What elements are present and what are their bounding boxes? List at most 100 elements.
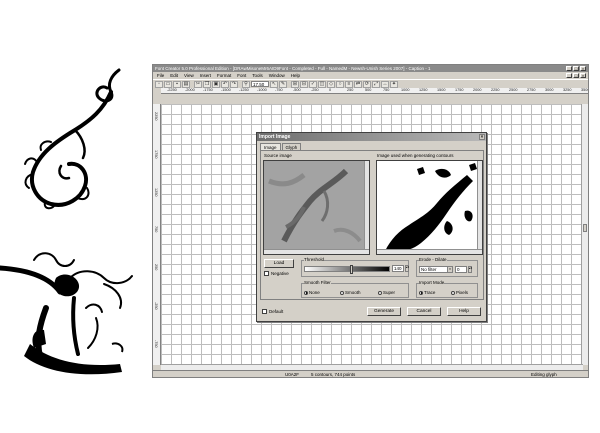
threshold-field[interactable]: 140 xyxy=(392,265,404,272)
pointer-icon[interactable]: ↖ xyxy=(270,80,278,88)
import-trace-radio[interactable]: Trace xyxy=(419,290,435,295)
contour-vertical-scrollbar[interactable] xyxy=(477,161,482,254)
window-title: Font Creator 5.0 Professional Edition - … xyxy=(155,66,431,71)
font-creator-window: Font Creator 5.0 Professional Edition - … xyxy=(152,64,589,378)
dialog-title-bar: Import Image × xyxy=(257,133,486,141)
undo-icon[interactable]: ↶ xyxy=(221,80,229,88)
cut-icon[interactable]: ✂ xyxy=(194,80,202,88)
smooth-none-radio[interactable]: None xyxy=(304,290,320,295)
ruler-tick-label: 500 xyxy=(365,88,372,92)
print-icon[interactable]: ▤ xyxy=(182,80,190,88)
menu-window[interactable]: Window xyxy=(269,73,285,78)
smooth-filter-group: Smooth Filter None Smooth Super xyxy=(301,280,409,298)
ruler-tick-label: -750 xyxy=(154,340,158,348)
erode-filter-value: No filter xyxy=(421,267,437,272)
help-button[interactable]: Help xyxy=(447,307,481,316)
cancel-button[interactable]: Cancel xyxy=(407,307,441,316)
flip-icon[interactable]: ⇄ xyxy=(354,80,362,88)
menu-font[interactable]: Font xyxy=(237,73,246,78)
smooth-smooth-radio[interactable]: Smooth xyxy=(340,290,361,295)
redo-icon[interactable]: ↷ xyxy=(230,80,238,88)
contour-horizontal-scrollbar[interactable] xyxy=(377,249,482,254)
import-pixels-radio-dot[interactable] xyxy=(451,290,455,295)
threshold-slider[interactable] xyxy=(304,265,390,274)
ruler-tick-label: -1750 xyxy=(203,88,213,92)
close-button[interactable]: × xyxy=(580,66,586,71)
vertical-ruler: 2250 1750 1250 750 250 -250 -750 xyxy=(153,104,161,365)
smooth-super-radio-dot[interactable] xyxy=(378,290,382,295)
mdi-minimize-button[interactable]: _ xyxy=(566,73,572,78)
dialog-title: Import Image xyxy=(259,134,291,140)
default-checkbox[interactable]: Default xyxy=(262,309,283,314)
ruler-tick-label: 3500 xyxy=(581,88,588,92)
ruler-tick-label: 750 xyxy=(154,226,158,233)
ruler-tick-label: -1250 xyxy=(239,88,249,92)
kerning-icon[interactable]: ↔ xyxy=(381,80,389,88)
contour-image-preview xyxy=(376,160,483,255)
import-pixels-radio[interactable]: Pixels xyxy=(451,290,468,295)
menu-format[interactable]: Format xyxy=(217,73,231,78)
smooth-super-radio[interactable]: Super xyxy=(378,290,395,295)
erode-spinner[interactable]: ▴▾ xyxy=(468,266,472,273)
load-button[interactable]: Load xyxy=(264,259,294,268)
validate-icon[interactable]: ✓ xyxy=(309,80,317,88)
threshold-slider-thumb[interactable] xyxy=(350,265,354,274)
minimize-button[interactable]: _ xyxy=(566,66,572,71)
menu-help[interactable]: Help xyxy=(291,73,300,78)
toolbar: ▫ ▭ ▪ ▤ ✂ ❐ ▣ ↶ ↷ ⚲ 17.50 ↖ ✎ ⊞ ⊟ ✓ ◫ ◇ … xyxy=(153,79,588,88)
dropdown-arrow-icon[interactable]: ▾ xyxy=(447,267,452,272)
threshold-spinner[interactable]: ▴▾ xyxy=(405,265,409,272)
import-trace-radio-dot[interactable] xyxy=(419,290,423,295)
ornament-top-image xyxy=(24,68,121,210)
erode-dilate-group: Erode - Dilate No filter ▾ 0 ▴▾ xyxy=(416,257,478,277)
dialog-close-button[interactable]: × xyxy=(479,134,485,140)
scale-icon[interactable]: ⤢ xyxy=(372,80,380,88)
align-icon[interactable]: ≡ xyxy=(345,80,353,88)
preview-icon[interactable]: ◫ xyxy=(318,80,326,88)
ruler-tick-label: -2250 xyxy=(167,88,177,92)
zoom-field[interactable]: 17.50 xyxy=(251,81,269,87)
maximize-button[interactable]: □ xyxy=(573,66,579,71)
source-image-texture xyxy=(264,161,369,254)
menu-file[interactable]: File xyxy=(157,73,164,78)
contour-icon[interactable]: ○ xyxy=(336,80,344,88)
vertical-scroll-thumb[interactable] xyxy=(583,224,587,232)
negative-label: Negative xyxy=(271,271,289,276)
metrics-icon[interactable]: ⊟ xyxy=(300,80,308,88)
source-horizontal-scrollbar[interactable] xyxy=(264,249,369,254)
ruler-tick-label: 3000 xyxy=(545,88,554,92)
erode-filter-select[interactable]: No filter ▾ xyxy=(419,266,453,273)
menu-edit[interactable]: Edit xyxy=(170,73,178,78)
hint-icon[interactable]: ✦ xyxy=(390,80,398,88)
negative-checkbox[interactable]: Negative xyxy=(264,271,289,276)
pen-icon[interactable]: ✎ xyxy=(279,80,287,88)
zoom-icon[interactable]: ⚲ xyxy=(242,80,250,88)
vertical-scrollbar[interactable] xyxy=(581,104,588,365)
grid-icon[interactable]: ⊞ xyxy=(291,80,299,88)
menu-tools[interactable]: Tools xyxy=(252,73,263,78)
source-vertical-scrollbar[interactable] xyxy=(364,161,369,254)
generate-button[interactable]: Generate xyxy=(367,307,401,316)
paste-icon[interactable]: ▣ xyxy=(212,80,220,88)
default-checkbox-box[interactable] xyxy=(262,309,267,314)
erode-value-field[interactable]: 0 xyxy=(455,266,467,273)
menu-view[interactable]: View xyxy=(184,73,194,78)
node-icon[interactable]: ◇ xyxy=(327,80,335,88)
status-bar: U0A2F 5 contours, 744 points Editing gly… xyxy=(153,370,588,377)
negative-checkbox-box[interactable] xyxy=(264,271,269,276)
mdi-restore-button[interactable]: □ xyxy=(573,73,579,78)
open-icon[interactable]: ▭ xyxy=(164,80,172,88)
rotate-icon[interactable]: ⟳ xyxy=(363,80,371,88)
ruler-tick-label: 1750 xyxy=(455,88,464,92)
copy-icon[interactable]: ❐ xyxy=(203,80,211,88)
tab-glyph[interactable]: Glyph xyxy=(281,143,302,150)
tab-image[interactable]: Image xyxy=(260,143,281,150)
smooth-none-radio-dot[interactable] xyxy=(304,290,308,295)
ruler-tick-label: 1500 xyxy=(437,88,446,92)
menu-insert[interactable]: Insert xyxy=(200,73,211,78)
smooth-smooth-radio-dot[interactable] xyxy=(340,290,344,295)
mdi-close-button[interactable]: × xyxy=(580,73,586,78)
menu-bar: File Edit View Insert Format Font Tools … xyxy=(153,72,588,79)
new-icon[interactable]: ▫ xyxy=(155,80,163,88)
save-icon[interactable]: ▪ xyxy=(173,80,181,88)
